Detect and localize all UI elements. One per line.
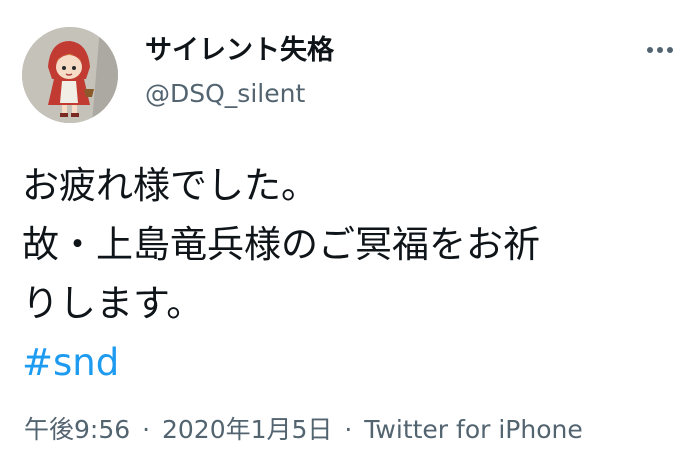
author-handle[interactable]: @DSQ_silent <box>145 78 305 110</box>
tweet-metadata: 午後9:56 · 2020年1月5日 · Twitter for iPhone <box>24 413 583 447</box>
tweet-timestamp[interactable]: 午後9:56 <box>24 415 130 444</box>
author-display-name[interactable]: サイレント失格 <box>145 34 334 68</box>
tweet-text-line: 故・上島竜兵様のご冥福をお祈 <box>22 223 540 266</box>
more-options-button[interactable] <box>640 36 680 64</box>
more-dots-icon <box>647 47 673 53</box>
meta-separator: · <box>142 415 151 444</box>
tweet-text: お疲れ様でした。 故・上島竜兵様のご冥福をお祈 りします。 #snd <box>22 156 682 392</box>
avatar[interactable] <box>22 27 118 123</box>
tweet-text-line: お疲れ様でした。 <box>22 164 318 207</box>
tweet-source[interactable]: Twitter for iPhone <box>364 415 582 444</box>
hashtag-link[interactable]: #snd <box>22 341 119 384</box>
meta-separator: · <box>344 415 353 444</box>
tweet-date[interactable]: 2020年1月5日 <box>162 415 332 444</box>
tweet-card: サイレント失格 @DSQ_silent お疲れ様でした。 故・上島竜兵様のご冥福… <box>0 0 698 464</box>
tweet-text-line: りします。 <box>22 282 204 325</box>
avatar-illustration-icon <box>22 27 118 123</box>
